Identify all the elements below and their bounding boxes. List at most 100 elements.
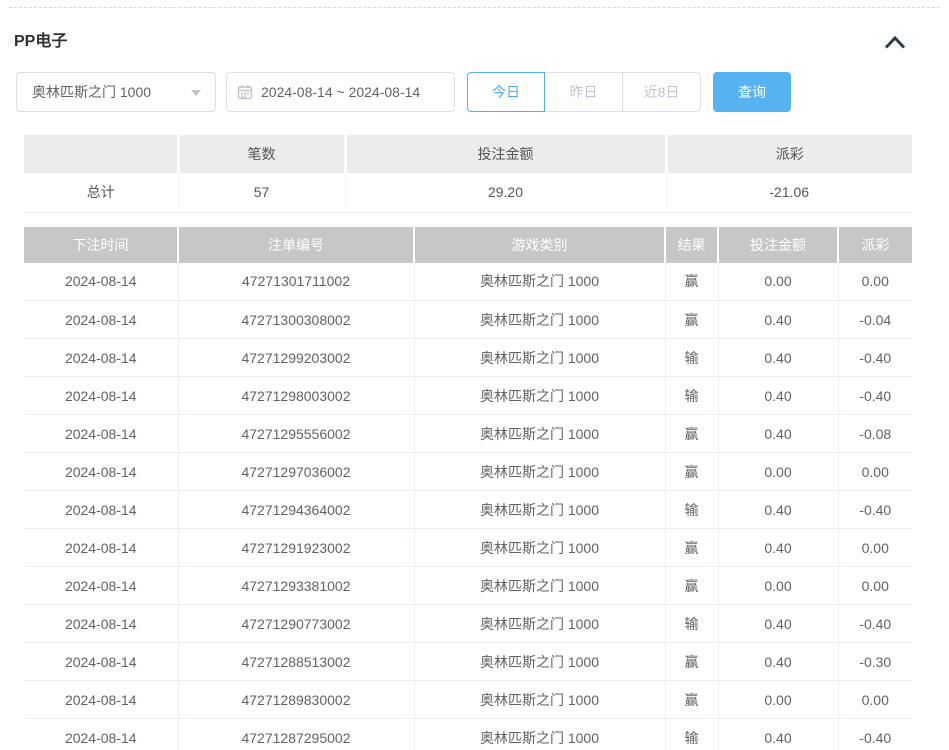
cell-bet-amount: 0.00 [718, 453, 838, 491]
cell-order-no: 47271287295002 [178, 719, 414, 750]
table-row: 2024-08-14 47271290773002 奥林匹斯之门 1000 输 … [24, 605, 912, 643]
cell-game-type: 奥林匹斯之门 1000 [414, 681, 665, 719]
cell-result: 输 [665, 491, 718, 529]
cell-bet-amount: 0.40 [718, 339, 838, 377]
summary-total-bet-amount: 29.20 [345, 173, 666, 212]
cell-payout: -0.40 [838, 605, 912, 643]
cell-bet-amount: 0.40 [718, 301, 838, 339]
yesterday-button[interactable]: 昨日 [545, 72, 623, 112]
cell-result: 赢 [665, 301, 718, 339]
cell-game-type: 奥林匹斯之门 1000 [414, 377, 665, 415]
filter-bar: 奥林匹斯之门 1000 2024-08-14 ~ 2024-08-14 今日 昨… [16, 72, 949, 112]
summary-total-label: 总计 [24, 173, 178, 212]
summary-header-empty [24, 135, 178, 173]
cell-order-no: 47271301711002 [178, 263, 414, 301]
cell-payout: -0.40 [838, 491, 912, 529]
table-row: 2024-08-14 47271293381002 奥林匹斯之门 1000 赢 … [24, 567, 912, 605]
cell-payout: 0.00 [838, 529, 912, 567]
table-row: 2024-08-14 47271300308002 奥林匹斯之门 1000 赢 … [24, 301, 912, 339]
cell-order-no: 47271298003002 [178, 377, 414, 415]
cell-bet-amount: 0.40 [718, 605, 838, 643]
records-header-bet-amount: 投注金额 [718, 227, 838, 263]
records-table: 下注时间 注单编号 游戏类别 结果 投注金额 派彩 2024-08-14 472… [24, 227, 912, 750]
cell-bet-time: 2024-08-14 [24, 529, 178, 567]
cell-bet-time: 2024-08-14 [24, 263, 178, 301]
chevron-up-icon[interactable] [884, 36, 906, 49]
table-row: 2024-08-14 47271289830002 奥林匹斯之门 1000 赢 … [24, 681, 912, 719]
summary-header-payout: 派彩 [666, 135, 912, 173]
cell-game-type: 奥林匹斯之门 1000 [414, 605, 665, 643]
table-row: 2024-08-14 47271291923002 奥林匹斯之门 1000 赢 … [24, 529, 912, 567]
cell-bet-time: 2024-08-14 [24, 453, 178, 491]
last-8-days-button[interactable]: 近8日 [623, 72, 701, 112]
records-header-order-no: 注单编号 [178, 227, 414, 263]
cell-order-no: 47271293381002 [178, 567, 414, 605]
section-header: PP电子 [0, 8, 949, 51]
cell-bet-amount: 0.40 [718, 415, 838, 453]
cell-result: 赢 [665, 643, 718, 681]
cell-order-no: 47271295556002 [178, 415, 414, 453]
table-row: 2024-08-14 47271295556002 奥林匹斯之门 1000 赢 … [24, 415, 912, 453]
records-header-row: 下注时间 注单编号 游戏类别 结果 投注金额 派彩 [24, 227, 912, 263]
cell-game-type: 奥林匹斯之门 1000 [414, 415, 665, 453]
cell-result: 赢 [665, 263, 718, 301]
cell-order-no: 47271289830002 [178, 681, 414, 719]
cell-payout: -0.40 [838, 719, 912, 750]
cell-order-no: 47271299203002 [178, 339, 414, 377]
cell-bet-time: 2024-08-14 [24, 643, 178, 681]
cell-bet-time: 2024-08-14 [24, 301, 178, 339]
cell-result: 赢 [665, 453, 718, 491]
records-header-result: 结果 [665, 227, 718, 263]
cell-game-type: 奥林匹斯之门 1000 [414, 491, 665, 529]
cell-game-type: 奥林匹斯之门 1000 [414, 529, 665, 567]
cell-bet-time: 2024-08-14 [24, 567, 178, 605]
cell-payout: -0.04 [838, 301, 912, 339]
cell-payout: 0.00 [838, 681, 912, 719]
cell-payout: -0.40 [838, 339, 912, 377]
cell-order-no: 47271300308002 [178, 301, 414, 339]
table-row: 2024-08-14 47271294364002 奥林匹斯之门 1000 输 … [24, 491, 912, 529]
cell-result: 输 [665, 605, 718, 643]
records-table-body: 2024-08-14 47271301711002 奥林匹斯之门 1000 赢 … [24, 263, 912, 750]
summary-total-row: 总计 57 29.20 -21.06 [24, 173, 912, 212]
game-select[interactable]: 奥林匹斯之门 1000 [16, 72, 216, 112]
summary-total-count: 57 [178, 173, 345, 212]
cell-bet-time: 2024-08-14 [24, 491, 178, 529]
cell-payout: -0.40 [838, 377, 912, 415]
today-button[interactable]: 今日 [467, 72, 545, 112]
date-range-value: 2024-08-14 ~ 2024-08-14 [261, 84, 420, 100]
cell-result: 输 [665, 339, 718, 377]
cell-bet-amount: 0.00 [718, 681, 838, 719]
cell-game-type: 奥林匹斯之门 1000 [414, 339, 665, 377]
game-select-value: 奥林匹斯之门 1000 [32, 82, 151, 102]
summary-table: 笔数 投注金额 派彩 总计 57 29.20 -21.06 [24, 135, 912, 213]
cell-payout: 0.00 [838, 453, 912, 491]
date-range-picker[interactable]: 2024-08-14 ~ 2024-08-14 [226, 72, 455, 112]
records-header-game-type: 游戏类别 [414, 227, 665, 263]
table-row: 2024-08-14 47271298003002 奥林匹斯之门 1000 输 … [24, 377, 912, 415]
cell-payout: -0.08 [838, 415, 912, 453]
cell-payout: -0.30 [838, 643, 912, 681]
summary-total-payout: -21.06 [666, 173, 912, 212]
cell-bet-time: 2024-08-14 [24, 339, 178, 377]
cell-bet-time: 2024-08-14 [24, 377, 178, 415]
cell-result: 赢 [665, 415, 718, 453]
cell-order-no: 47271288513002 [178, 643, 414, 681]
cell-order-no: 47271291923002 [178, 529, 414, 567]
cell-order-no: 47271297036002 [178, 453, 414, 491]
cell-result: 赢 [665, 681, 718, 719]
cell-bet-amount: 0.40 [718, 491, 838, 529]
cell-bet-amount: 0.40 [718, 529, 838, 567]
summary-header-count: 笔数 [178, 135, 345, 173]
cell-game-type: 奥林匹斯之门 1000 [414, 719, 665, 750]
query-button[interactable]: 查询 [713, 72, 791, 112]
cell-order-no: 47271294364002 [178, 491, 414, 529]
cell-game-type: 奥林匹斯之门 1000 [414, 567, 665, 605]
section-title: PP电子 [14, 33, 67, 51]
cell-bet-time: 2024-08-14 [24, 719, 178, 750]
cell-bet-amount: 0.00 [718, 567, 838, 605]
calendar-icon [237, 84, 253, 100]
cell-bet-time: 2024-08-14 [24, 605, 178, 643]
cell-order-no: 47271290773002 [178, 605, 414, 643]
cell-bet-amount: 0.40 [718, 643, 838, 681]
